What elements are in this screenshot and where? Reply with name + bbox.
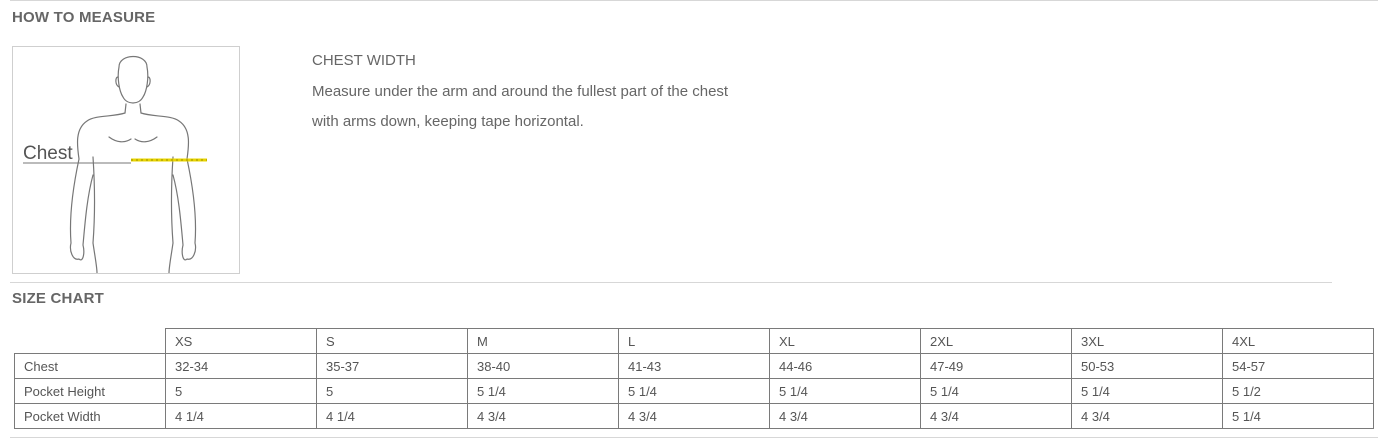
bottom-divider (10, 437, 1378, 438)
table-cell: 35-37 (316, 353, 468, 379)
corner-cell (14, 328, 166, 354)
table-row-pocket-width: Pocket Width 4 1/4 4 1/4 4 3/4 4 3/4 4 3… (14, 403, 1374, 429)
measure-figure: Chest (12, 46, 240, 274)
size-chart-title: SIZE CHART (12, 290, 104, 307)
size-chart-table: XS S M L XL 2XL 3XL 4XL Chest 32-34 35-3… (14, 328, 1374, 429)
table-cell: 5 1/4 (920, 378, 1072, 404)
table-cell: 5 1/4 (769, 378, 921, 404)
size-header: S (316, 328, 468, 354)
size-header: XL (769, 328, 921, 354)
table-cell: 4 3/4 (1071, 403, 1223, 429)
table-cell: 4 3/4 (467, 403, 619, 429)
table-cell: 47-49 (920, 353, 1072, 379)
table-cell: 5 1/4 (618, 378, 770, 404)
table-cell: 44-46 (769, 353, 921, 379)
table-cell: 5 (165, 378, 317, 404)
table-row-chest: Chest 32-34 35-37 38-40 41-43 44-46 47-4… (14, 353, 1374, 379)
table-cell: 50-53 (1071, 353, 1223, 379)
table-cell: 5 1/4 (467, 378, 619, 404)
size-header: 3XL (1071, 328, 1223, 354)
chest-label: Chest (23, 143, 73, 164)
size-header-row: XS S M L XL 2XL 3XL 4XL (14, 328, 1374, 354)
chest-width-heading: CHEST WIDTH (312, 52, 416, 69)
size-header: 2XL (920, 328, 1072, 354)
table-cell: 54-57 (1222, 353, 1374, 379)
top-divider (10, 0, 1378, 1)
table-cell: 4 3/4 (769, 403, 921, 429)
table-cell: 5 1/2 (1222, 378, 1374, 404)
size-header: L (618, 328, 770, 354)
description-line-1: Measure under the arm and around the ful… (312, 83, 729, 100)
table-cell: 41-43 (618, 353, 770, 379)
table-cell: 4 1/4 (165, 403, 317, 429)
size-header: M (467, 328, 619, 354)
table-cell: 4 1/4 (316, 403, 468, 429)
row-label: Pocket Height (14, 378, 166, 404)
table-cell: 38-40 (467, 353, 619, 379)
table-cell: 4 3/4 (920, 403, 1072, 429)
section-divider (10, 282, 1332, 283)
table-cell: 5 (316, 378, 468, 404)
how-to-measure-title: HOW TO MEASURE (12, 9, 156, 26)
table-row-pocket-height: Pocket Height 5 5 5 1/4 5 1/4 5 1/4 5 1/… (14, 378, 1374, 404)
row-label: Pocket Width (14, 403, 166, 429)
table-cell: 32-34 (165, 353, 317, 379)
table-cell: 4 3/4 (618, 403, 770, 429)
size-header: XS (165, 328, 317, 354)
description-line-2: with arms down, keeping tape horizontal. (312, 113, 584, 130)
table-cell: 5 1/4 (1071, 378, 1223, 404)
row-label: Chest (14, 353, 166, 379)
table-cell: 5 1/4 (1222, 403, 1374, 429)
size-header: 4XL (1222, 328, 1374, 354)
